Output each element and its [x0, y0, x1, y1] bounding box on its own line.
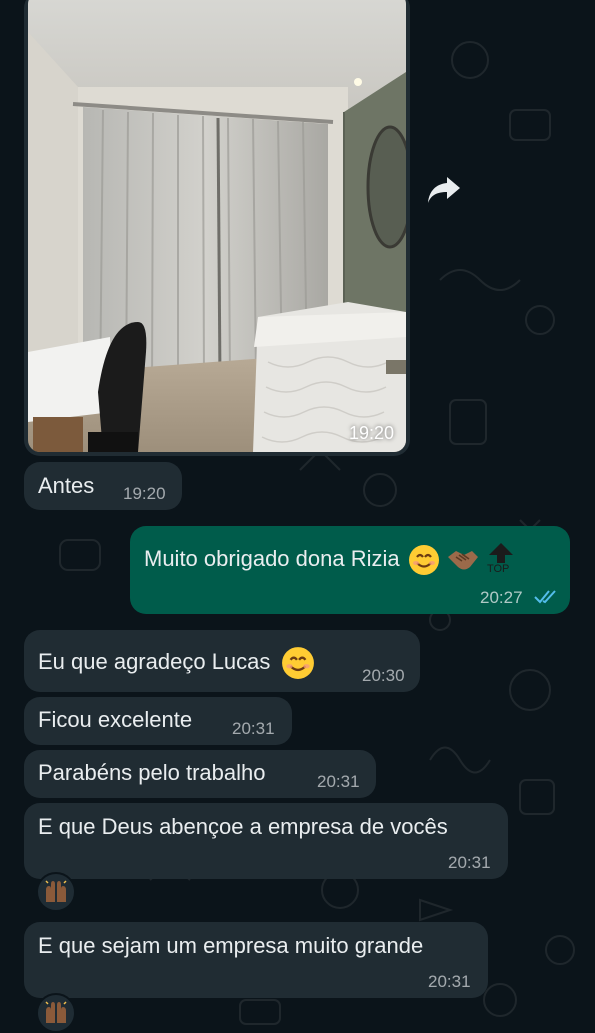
- forward-button[interactable]: [424, 170, 464, 210]
- top-arrow-icon: TOP: [486, 542, 516, 578]
- message-text: Eu que agradeço Lucas: [38, 646, 315, 680]
- message-text: Ficou excelente: [38, 707, 193, 732]
- message-timestamp: 20:30: [362, 666, 405, 685]
- message-bubble-incoming[interactable]: Parabéns pelo trabalho 20:31: [24, 750, 376, 798]
- read-receipt-icon: [534, 590, 556, 604]
- raised-hands-icon: [45, 880, 67, 902]
- chat-area[interactable]: 19:20 Antes 19:20 Muito obrigado dona Ri…: [0, 0, 595, 1033]
- message-text: E que sejam um empresa muito grande: [38, 933, 424, 958]
- message-timestamp: 20:31: [428, 972, 471, 991]
- message-text: Parabéns pelo trabalho: [38, 760, 266, 785]
- smiling-face-icon: [406, 544, 440, 576]
- photo-timestamp: 19:20: [348, 423, 394, 443]
- message-timestamp: 20:31: [448, 853, 491, 872]
- handshake-icon: [446, 545, 480, 575]
- message-text-content: Eu que agradeço Lucas: [38, 648, 271, 674]
- message-bubble-antes[interactable]: Antes 19:20: [24, 462, 182, 510]
- photo-message-bubble[interactable]: 19:20: [24, 0, 410, 456]
- message-bubble-incoming[interactable]: E que Deus abençoe a empresa de vocês 20…: [24, 803, 508, 879]
- raised-hands-icon: [45, 1001, 67, 1023]
- message-reaction[interactable]: [36, 993, 76, 1033]
- bedroom-photo[interactable]: 19:20: [28, 0, 406, 452]
- message-reaction[interactable]: [36, 872, 76, 912]
- message-text-content: Muito obrigado dona Rizia: [144, 546, 400, 571]
- message-timestamp: 20:27: [480, 588, 523, 607]
- message-timestamp: 20:31: [232, 719, 275, 738]
- message-text: Muito obrigado dona Rizia TOP: [144, 542, 516, 578]
- smiling-face-icon: [277, 646, 315, 680]
- message-bubble-incoming[interactable]: Eu que agradeço Lucas 20:30: [24, 630, 420, 692]
- message-bubble-incoming[interactable]: Ficou excelente 20:31: [24, 697, 292, 745]
- message-timestamp: 19:20: [123, 484, 166, 503]
- top-label: TOP: [486, 563, 510, 575]
- message-bubble-incoming[interactable]: E que sejam um empresa muito grande 20:3…: [24, 922, 488, 998]
- message-text: Antes: [38, 473, 95, 498]
- message-timestamp: 20:31: [317, 772, 360, 791]
- message-bubble-outgoing[interactable]: Muito obrigado dona Rizia TOP 20:27: [130, 526, 570, 614]
- message-text: E que Deus abençoe a empresa de vocês: [38, 814, 448, 839]
- forward-icon: [428, 177, 460, 203]
